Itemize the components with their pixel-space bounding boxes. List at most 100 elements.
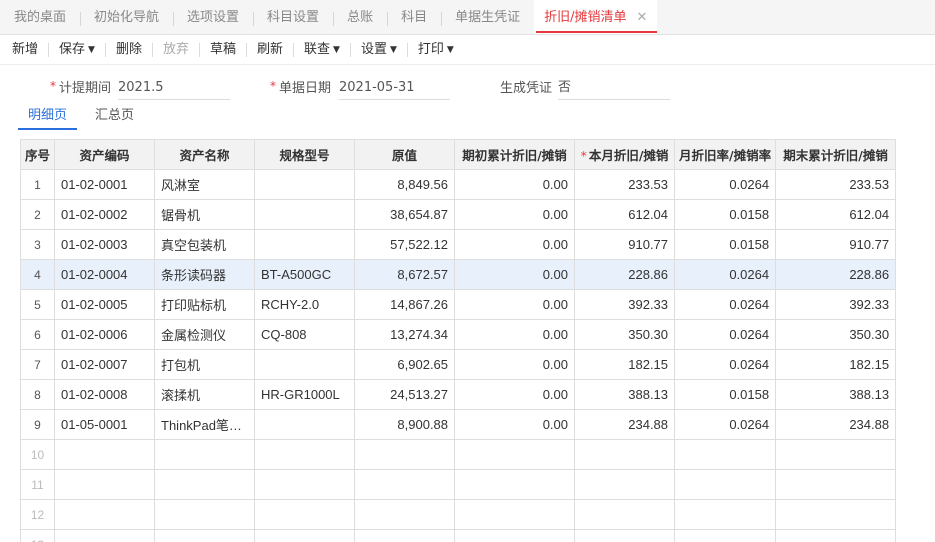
cell-rate[interactable]: 0.0264 bbox=[674, 349, 777, 380]
cell-spec[interactable]: RCHY-2.0 bbox=[254, 289, 356, 320]
cell-spec[interactable] bbox=[254, 199, 356, 230]
cell-index[interactable]: 4 bbox=[19, 259, 56, 290]
cell-index[interactable]: 11 bbox=[19, 469, 56, 500]
cell-original-value[interactable]: 8,900.88 bbox=[354, 409, 456, 440]
cell-current-depreciation[interactable] bbox=[574, 439, 676, 470]
cell-asset-code[interactable] bbox=[54, 439, 156, 470]
cell-asset-name[interactable]: 打包机 bbox=[154, 349, 256, 380]
cell-closing-accum[interactable]: 228.86 bbox=[775, 259, 897, 290]
cell-current-depreciation[interactable]: 388.13 bbox=[574, 379, 676, 410]
cell-original-value[interactable]: 14,867.26 bbox=[354, 289, 456, 320]
cell-asset-name[interactable] bbox=[154, 499, 256, 530]
col-header-original[interactable]: 原值 bbox=[354, 139, 456, 170]
tab-my-desktop[interactable]: 我的桌面 bbox=[0, 0, 80, 34]
cell-closing-accum[interactable]: 392.33 bbox=[775, 289, 897, 320]
cell-original-value[interactable] bbox=[354, 469, 456, 500]
cell-original-value[interactable]: 13,274.34 bbox=[354, 319, 456, 350]
cell-opening-accum[interactable]: 0.00 bbox=[454, 319, 576, 350]
cell-asset-name[interactable]: 打印贴标机 bbox=[154, 289, 256, 320]
cell-asset-name[interactable]: 真空包装机 bbox=[154, 229, 256, 260]
cell-spec[interactable]: HR-GR1000L bbox=[254, 379, 356, 410]
table-row[interactable]: 7 01-02-0007 打包机 6,902.65 0.00 182.15 0.0264 18… bbox=[19, 349, 897, 380]
tab-voucher-generation[interactable]: 单据生凭证 bbox=[441, 0, 534, 34]
cell-rate[interactable]: 0.0264 bbox=[674, 259, 777, 290]
cell-rate[interactable]: 0.0264 bbox=[674, 409, 777, 440]
cell-original-value[interactable] bbox=[354, 499, 456, 530]
table-row-empty[interactable]: 11 bbox=[19, 469, 897, 500]
cell-closing-accum[interactable] bbox=[775, 469, 897, 500]
tab-summary[interactable]: 汇总页 bbox=[85, 105, 144, 130]
cell-closing-accum[interactable]: 388.13 bbox=[775, 379, 897, 410]
cell-current-depreciation[interactable]: 392.33 bbox=[574, 289, 676, 320]
cell-asset-code[interactable]: 01-05-0001 bbox=[54, 409, 156, 440]
cell-spec[interactable]: CQ-808 bbox=[254, 319, 356, 350]
cell-rate[interactable] bbox=[674, 529, 777, 542]
cell-asset-code[interactable]: 01-02-0007 bbox=[54, 349, 156, 380]
cell-asset-name[interactable]: 风淋室 bbox=[154, 169, 256, 200]
tab-accounts[interactable]: 科目 bbox=[387, 0, 441, 34]
cell-current-depreciation[interactable] bbox=[574, 499, 676, 530]
cell-index[interactable]: 1 bbox=[19, 169, 56, 200]
cell-original-value[interactable]: 8,849.56 bbox=[354, 169, 456, 200]
cell-spec[interactable] bbox=[254, 499, 356, 530]
cell-rate[interactable] bbox=[674, 499, 777, 530]
cell-index[interactable]: 10 bbox=[19, 439, 56, 470]
cell-current-depreciation[interactable]: 350.30 bbox=[574, 319, 676, 350]
print-button[interactable]: 打印 ▼ bbox=[408, 35, 464, 65]
cell-opening-accum[interactable]: 0.00 bbox=[454, 409, 576, 440]
cell-original-value[interactable]: 8,672.57 bbox=[354, 259, 456, 290]
tab-init-navigation[interactable]: 初始化导航 bbox=[80, 0, 173, 34]
cell-spec[interactable] bbox=[254, 169, 356, 200]
cell-current-depreciation[interactable]: 910.77 bbox=[574, 229, 676, 260]
cell-rate[interactable] bbox=[674, 439, 777, 470]
col-header-opening-accum[interactable]: 期初累计折旧/摊销 bbox=[454, 139, 576, 170]
table-row[interactable]: 2 01-02-0002 锯骨机 38,654.87 0.00 612.04 0.0158 6… bbox=[19, 199, 897, 230]
cell-rate[interactable]: 0.0264 bbox=[674, 169, 777, 200]
cell-closing-accum[interactable]: 233.53 bbox=[775, 169, 897, 200]
cell-opening-accum[interactable] bbox=[454, 469, 576, 500]
cell-spec[interactable] bbox=[254, 349, 356, 380]
tab-depreciation-list[interactable]: 折旧/摊销清单 ✕ bbox=[534, 0, 658, 34]
col-header-idx[interactable]: 序号 bbox=[19, 139, 56, 170]
cell-index[interactable]: 13 bbox=[19, 529, 56, 542]
delete-button[interactable]: 删除 bbox=[106, 35, 152, 65]
cell-index[interactable]: 7 bbox=[19, 349, 56, 380]
cell-current-depreciation[interactable]: 233.53 bbox=[574, 169, 676, 200]
cell-index[interactable]: 6 bbox=[19, 319, 56, 350]
cell-original-value[interactable]: 24,513.27 bbox=[354, 379, 456, 410]
col-header-rate[interactable]: 月折旧率/摊销率 bbox=[674, 139, 777, 170]
cell-rate[interactable]: 0.0158 bbox=[674, 199, 777, 230]
cell-closing-accum[interactable] bbox=[775, 529, 897, 542]
cell-index[interactable]: 5 bbox=[19, 289, 56, 320]
cell-asset-name[interactable]: 金属检测仪 bbox=[154, 319, 256, 350]
voucher-input[interactable]: 否 bbox=[558, 76, 670, 100]
tab-general-ledger[interactable]: 总账 bbox=[333, 0, 387, 34]
cell-spec[interactable] bbox=[254, 529, 356, 542]
table-row[interactable]: 5 01-02-0005 打印贴标机 RCHY-2.0 14,867.26 0.00 392… bbox=[19, 289, 897, 320]
cell-asset-name[interactable]: 滚揉机 bbox=[154, 379, 256, 410]
col-header-name[interactable]: 资产名称 bbox=[154, 139, 256, 170]
cell-opening-accum[interactable] bbox=[454, 529, 576, 542]
cell-current-depreciation[interactable]: 612.04 bbox=[574, 199, 676, 230]
cell-current-depreciation[interactable]: 234.88 bbox=[574, 409, 676, 440]
cell-asset-name[interactable]: ThinkPad笔… bbox=[154, 409, 256, 440]
table-row[interactable]: 4 01-02-0004 条形读码器 BT-A500GC 8,672.57 0.00 228… bbox=[19, 259, 897, 290]
tab-detail[interactable]: 明细页 bbox=[18, 105, 78, 130]
cell-asset-code[interactable] bbox=[54, 469, 156, 500]
refresh-button[interactable]: 刷新 bbox=[247, 35, 293, 65]
cell-current-depreciation[interactable]: 228.86 bbox=[574, 259, 676, 290]
cell-current-depreciation[interactable] bbox=[574, 469, 676, 500]
cell-original-value[interactable]: 57,522.12 bbox=[354, 229, 456, 260]
tab-option-settings[interactable]: 选项设置 bbox=[173, 0, 253, 34]
discard-button[interactable]: 放弃 bbox=[153, 35, 199, 65]
cell-spec[interactable]: BT-A500GC bbox=[254, 259, 356, 290]
table-row-empty[interactable]: 12 bbox=[19, 499, 897, 530]
cell-original-value[interactable]: 38,654.87 bbox=[354, 199, 456, 230]
tab-account-settings[interactable]: 科目设置 bbox=[253, 0, 333, 34]
cell-closing-accum[interactable]: 910.77 bbox=[775, 229, 897, 260]
add-button[interactable]: 新增 bbox=[2, 35, 48, 65]
cell-original-value[interactable] bbox=[354, 439, 456, 470]
cell-asset-code[interactable]: 01-02-0004 bbox=[54, 259, 156, 290]
cell-opening-accum[interactable]: 0.00 bbox=[454, 349, 576, 380]
col-header-code[interactable]: 资产编码 bbox=[54, 139, 156, 170]
